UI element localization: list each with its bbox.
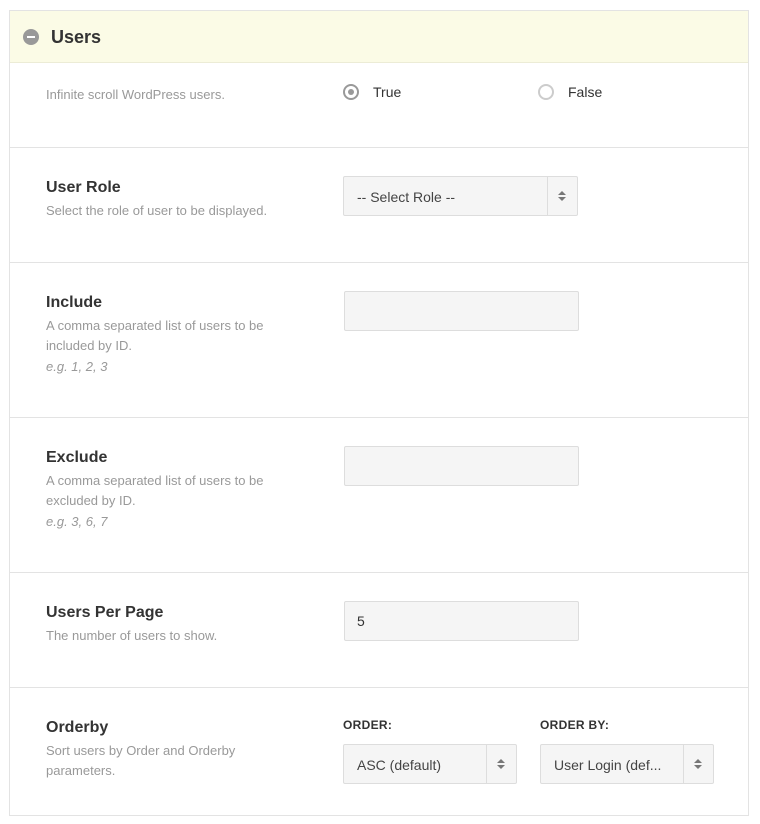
user-role-row: User Role Select the role of user to be …: [10, 147, 748, 263]
radio-false[interactable]: False: [538, 84, 602, 100]
radio-true-circle[interactable]: [343, 84, 359, 100]
infinite-scroll-description: Infinite scroll WordPress users.: [46, 87, 225, 102]
minus-circle-icon[interactable]: [23, 29, 39, 45]
exclude-label: Exclude: [46, 449, 108, 466]
orderby-row: Orderby Sort users by Order and Orderby …: [10, 687, 748, 816]
orderby-label: Orderby: [46, 719, 109, 736]
section-title: Users: [51, 27, 102, 47]
user-role-description: Select the role of user to be displayed.: [46, 203, 268, 218]
include-label: Include: [46, 294, 103, 311]
include-description: A comma separated list of users to be in…: [46, 318, 264, 353]
orderby-description: Sort users by Order and Orderby paramete…: [46, 743, 236, 778]
per-page-input[interactable]: [344, 601, 579, 641]
order-select[interactable]: ASC (default): [343, 744, 517, 784]
per-page-row: Users Per Page The number of users to sh…: [10, 572, 748, 688]
include-example: e.g. 1, 2, 3: [46, 359, 108, 374]
select-arrows-icon: [486, 745, 516, 783]
user-role-selected-value: -- Select Role --: [357, 189, 456, 205]
users-panel: Users Infinite scroll WordPress users. T…: [9, 10, 749, 816]
exclude-description: A comma separated list of users to be ex…: [46, 473, 264, 508]
orderby-selected-value: User Login (def...: [554, 757, 662, 773]
radio-true[interactable]: True: [343, 84, 401, 100]
orderby-select[interactable]: User Login (def...: [540, 744, 714, 784]
include-input[interactable]: [344, 291, 579, 331]
user-role-label: User Role: [46, 179, 121, 196]
exclude-input[interactable]: [344, 446, 579, 486]
order-label: ORDER:: [343, 718, 393, 732]
infinite-scroll-row: Infinite scroll WordPress users. True Fa…: [10, 63, 748, 147]
radio-true-label: True: [373, 84, 402, 100]
include-row: Include A comma separated list of users …: [10, 262, 748, 418]
per-page-description: The number of users to show.: [46, 628, 218, 643]
section-header[interactable]: Users: [10, 11, 748, 63]
per-page-label: Users Per Page: [46, 604, 164, 621]
user-role-select[interactable]: -- Select Role --: [343, 176, 578, 216]
select-arrows-icon: [683, 745, 713, 783]
exclude-example: e.g. 3, 6, 7: [46, 514, 108, 529]
exclude-row: Exclude A comma separated list of users …: [10, 417, 748, 573]
select-arrows-icon: [547, 177, 577, 215]
radio-false-circle[interactable]: [538, 84, 554, 100]
radio-false-label: False: [568, 84, 603, 100]
order-selected-value: ASC (default): [357, 757, 442, 773]
orderby-by-label: ORDER BY:: [540, 718, 610, 732]
